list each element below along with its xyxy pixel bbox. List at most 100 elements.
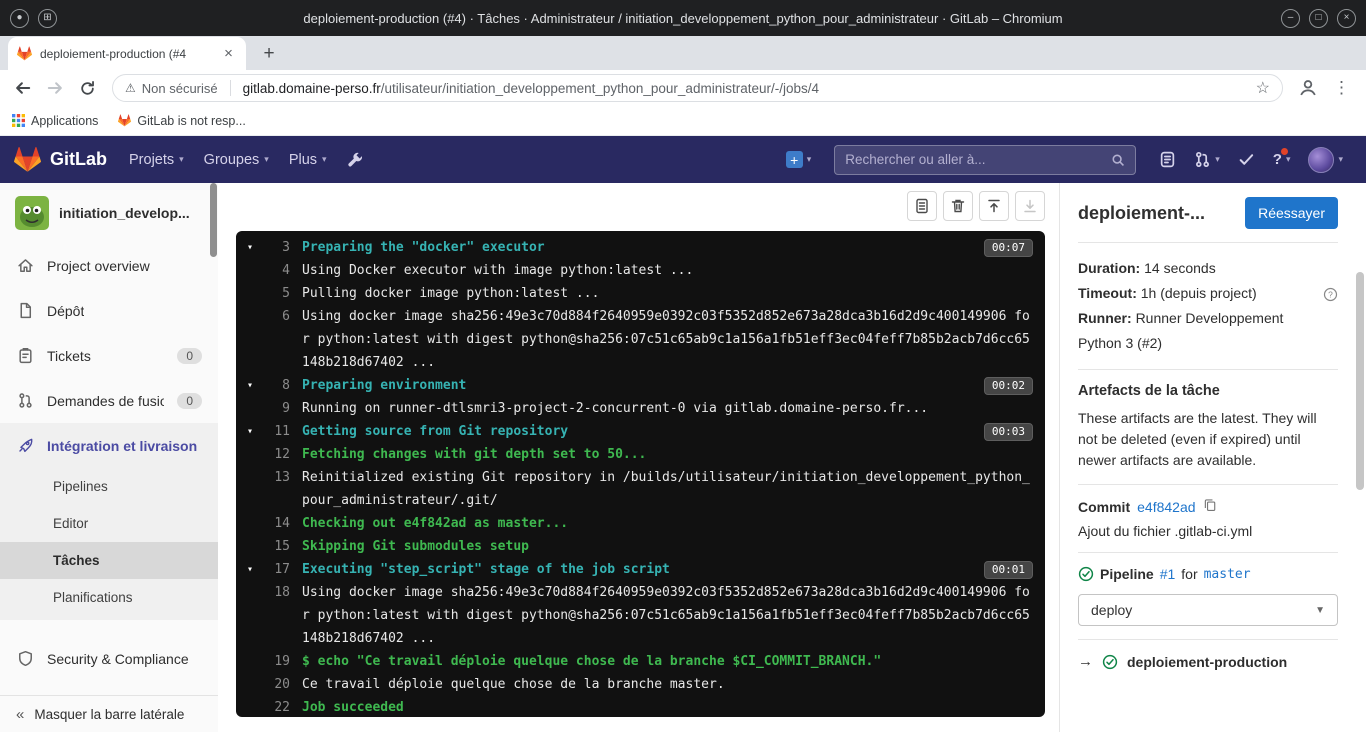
copy-icon[interactable] bbox=[1203, 498, 1217, 515]
bookmark-gitlab[interactable]: GitLab is not resp... bbox=[118, 114, 245, 128]
admin-wrench-icon[interactable] bbox=[337, 152, 373, 168]
navbar-menu-label: Groupes bbox=[204, 152, 260, 168]
home-icon bbox=[16, 257, 34, 274]
tab-close-icon[interactable]: × bbox=[220, 45, 237, 62]
job-timeout: ? Timeout: 1h (depuis project) bbox=[1078, 281, 1338, 306]
sidebar-item-demandes-de-fusion[interactable]: Demandes de fusion0 bbox=[0, 378, 218, 423]
sidebar-item-security-compliance[interactable]: Security & Compliance bbox=[0, 636, 218, 681]
project-context-header[interactable]: initiation_develop... bbox=[0, 183, 218, 243]
merge-request-icon bbox=[1194, 151, 1211, 168]
collapse-chevron-icon[interactable]: ▾ bbox=[236, 420, 264, 443]
log-line-number[interactable]: 17 bbox=[264, 558, 290, 581]
chevron-down-icon: ▾ bbox=[1286, 154, 1291, 165]
sidebar-subitem-planifications[interactable]: Planifications bbox=[0, 579, 218, 616]
job-list-item[interactable]: → deploiement-production bbox=[1078, 653, 1338, 670]
new-tab-button[interactable]: + bbox=[255, 40, 283, 68]
log-line-number[interactable]: 20 bbox=[264, 673, 290, 696]
log-line-number[interactable]: 5 bbox=[264, 282, 290, 305]
collapse-chevron-icon[interactable]: ▾ bbox=[236, 374, 264, 397]
navbar-menu-projets[interactable]: Projets▾ bbox=[119, 136, 194, 183]
browser-tab[interactable]: deploiement-production (#4 × bbox=[8, 37, 246, 70]
sidebar-item-int-gration-et-livraison[interactable]: Intégration et livraison bbox=[0, 423, 218, 468]
profile-avatar-icon[interactable] bbox=[1293, 73, 1323, 103]
back-icon[interactable] bbox=[8, 73, 38, 103]
pipeline-row: Pipeline #1 for master bbox=[1078, 566, 1338, 582]
sidebar-subitem-pipelines[interactable]: Pipelines bbox=[0, 468, 218, 505]
log-line-number[interactable]: 14 bbox=[264, 512, 290, 535]
browser-menu-icon[interactable]: ⋮ bbox=[1325, 78, 1358, 98]
sidebar-scrollbar[interactable] bbox=[210, 183, 217, 257]
sidebar-item-project-overview[interactable]: Project overview bbox=[0, 243, 218, 288]
warning-triangle-icon[interactable]: ⚠ bbox=[125, 81, 136, 95]
log-line: 14Checking out e4f842ad as master... bbox=[236, 512, 1045, 535]
todos-icon[interactable] bbox=[1229, 151, 1264, 168]
page-scrollbar[interactable] bbox=[1356, 272, 1364, 490]
address-bar[interactable]: ⚠ Non sécurisé gitlab.domaine-perso.fr/u… bbox=[112, 74, 1283, 102]
security-label[interactable]: Non sécurisé bbox=[142, 81, 218, 96]
log-line: 12Fetching changes with git depth set to… bbox=[236, 443, 1045, 466]
stage-dropdown[interactable]: deploy ▼ bbox=[1078, 594, 1338, 626]
sidebar-item-d-ploiements[interactable]: Déploiements bbox=[0, 681, 218, 695]
bookmark-label: GitLab is not resp... bbox=[137, 114, 245, 128]
user-avatar bbox=[1308, 147, 1334, 173]
log-line-number[interactable]: 19 bbox=[264, 650, 290, 673]
log-line-number[interactable]: 15 bbox=[264, 535, 290, 558]
show-raw-button[interactable] bbox=[907, 191, 937, 221]
navbar-menu-plus[interactable]: Plus▾ bbox=[279, 136, 337, 183]
global-search[interactable] bbox=[834, 145, 1136, 175]
gitlab-logo-text: GitLab bbox=[50, 149, 107, 170]
bookmark-applications[interactable]: Applications bbox=[12, 114, 98, 128]
rocket-icon bbox=[16, 437, 34, 454]
log-line-number[interactable]: 8 bbox=[264, 374, 290, 397]
status-success-icon bbox=[1102, 654, 1118, 670]
job-title: deploiement-... bbox=[1078, 203, 1205, 224]
erase-log-button[interactable] bbox=[943, 191, 973, 221]
help-dropdown[interactable]: ? ▾ bbox=[1264, 151, 1300, 168]
log-line-number[interactable]: 3 bbox=[264, 236, 290, 259]
branch-link[interactable]: master bbox=[1204, 567, 1251, 582]
collapse-chevron-icon[interactable]: ▾ bbox=[236, 558, 264, 581]
pipeline-id-link[interactable]: #1 bbox=[1160, 566, 1176, 582]
log-line-number[interactable]: 4 bbox=[264, 259, 290, 282]
circle-dot-icon[interactable]: ● bbox=[10, 9, 29, 28]
log-line-number[interactable]: 13 bbox=[264, 466, 290, 489]
bookmark-star-icon[interactable]: ☆ bbox=[1256, 78, 1270, 98]
project-avatar bbox=[15, 196, 49, 230]
scroll-to-top-button[interactable] bbox=[979, 191, 1009, 221]
sidebar-subitem-editor[interactable]: Editor bbox=[0, 505, 218, 542]
log-line-number[interactable]: 9 bbox=[264, 397, 290, 420]
search-input[interactable] bbox=[845, 152, 1105, 167]
close-icon[interactable]: × bbox=[1337, 9, 1356, 28]
commit-sha-link[interactable]: e4f842ad bbox=[1137, 499, 1195, 515]
log-line-text: $ echo "Ce travail déploie quelque chose… bbox=[302, 650, 1045, 673]
sidebar-subitem-t-ches[interactable]: Tâches bbox=[0, 542, 218, 579]
maximize-icon[interactable]: □ bbox=[1309, 9, 1328, 28]
navbar-menu-groupes[interactable]: Groupes▾ bbox=[194, 136, 279, 183]
sidebar-item-label: Tickets bbox=[47, 348, 91, 364]
tab-strip: deploiement-production (#4 × + bbox=[0, 36, 1366, 70]
minimize-icon[interactable]: – bbox=[1281, 9, 1300, 28]
log-line-number[interactable]: 22 bbox=[264, 696, 290, 717]
circle-grid-icon[interactable]: ⊞ bbox=[38, 9, 57, 28]
reload-icon[interactable] bbox=[72, 73, 102, 103]
collapse-chevron-icon[interactable]: ▾ bbox=[236, 236, 264, 259]
duration-value: 14 seconds bbox=[1144, 260, 1216, 276]
log-line-number[interactable]: 12 bbox=[264, 443, 290, 466]
user-menu[interactable]: ▾ bbox=[1299, 147, 1352, 173]
sidebar-item-tickets[interactable]: Tickets0 bbox=[0, 333, 218, 378]
collapse-sidebar-button[interactable]: « Masquer la barre latérale bbox=[0, 695, 218, 732]
issues-icon[interactable] bbox=[1150, 151, 1185, 168]
timeout-help-icon[interactable]: ? bbox=[1323, 285, 1338, 310]
retry-button[interactable]: Réessayer bbox=[1245, 197, 1338, 229]
merge-icon bbox=[16, 392, 34, 409]
url-text[interactable]: gitlab.domaine-perso.fr/utilisateur/init… bbox=[243, 81, 1250, 96]
sidebar-item-d-p-t[interactable]: Dépôt bbox=[0, 288, 218, 333]
gitlab-logo[interactable]: GitLab bbox=[14, 146, 107, 173]
new-dropdown-button[interactable]: + ▾ bbox=[777, 151, 821, 168]
raw-file-icon bbox=[914, 198, 930, 214]
merge-requests-dropdown[interactable]: ▾ bbox=[1185, 151, 1229, 168]
divider bbox=[1078, 369, 1338, 370]
log-line-number[interactable]: 11 bbox=[264, 420, 290, 443]
log-line-number[interactable]: 18 bbox=[264, 581, 290, 604]
log-line-number[interactable]: 6 bbox=[264, 305, 290, 328]
